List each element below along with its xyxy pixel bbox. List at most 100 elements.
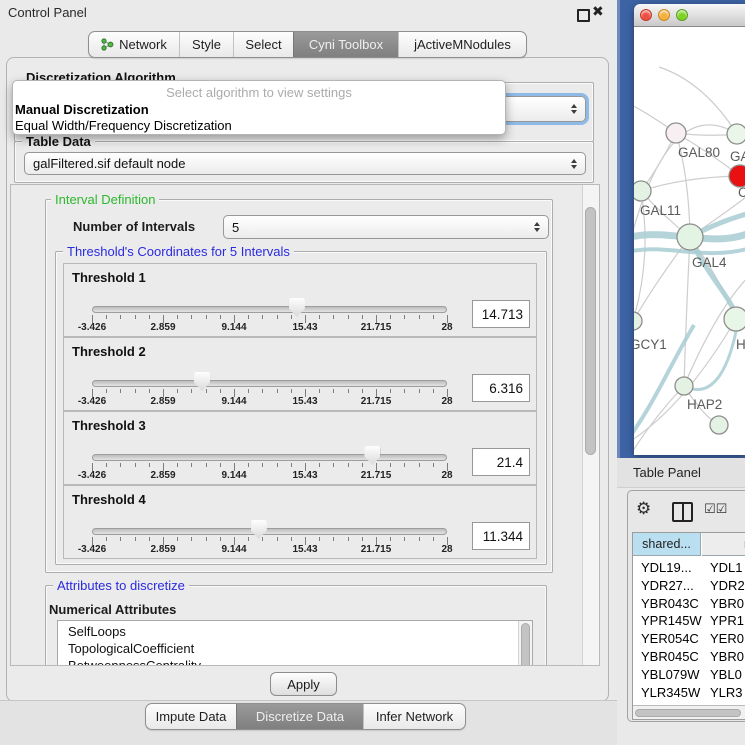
table-cell-name[interactable]: YBR0 xyxy=(710,596,744,611)
tab-select[interactable]: Select xyxy=(233,32,293,57)
table-hscrollbar-thumb[interactable] xyxy=(635,709,741,717)
control-panel: Control Panel ✖ NetworkStyleSelectCyni T… xyxy=(0,0,618,745)
network-node[interactable] xyxy=(677,224,703,250)
tab-style[interactable]: Style xyxy=(179,32,233,57)
slider-track[interactable] xyxy=(92,380,447,387)
slider-tick xyxy=(291,463,292,467)
slider-tick-label: 2.859 xyxy=(133,470,193,481)
table-cell-shared-name[interactable]: YDL19... xyxy=(641,560,692,575)
slider-tick xyxy=(348,315,349,319)
slider-tick xyxy=(135,463,136,467)
table-cell-shared-name[interactable]: YPR145W xyxy=(641,613,702,628)
network-node[interactable] xyxy=(634,181,651,201)
number-of-intervals-combo[interactable]: 5 xyxy=(223,215,549,239)
slider-track[interactable] xyxy=(92,528,447,535)
tab-label: jActiveMNodules xyxy=(414,37,511,52)
table-cell-shared-name[interactable]: YBL079W xyxy=(641,667,700,682)
table-hscrollbar-track[interactable] xyxy=(633,705,745,720)
bottom-tab-infer-network[interactable]: Infer Network xyxy=(363,704,465,729)
slider-tick xyxy=(319,315,320,319)
threshold-value-field[interactable]: 11.344 xyxy=(472,522,530,550)
table-cell-name[interactable]: YPR1 xyxy=(710,613,744,628)
slider-tick xyxy=(206,537,207,541)
minimize-traffic-light[interactable] xyxy=(658,9,670,21)
slider-tick xyxy=(362,537,363,541)
table-cell-name[interactable]: YER0 xyxy=(710,631,744,646)
popup-item-manual-discretization[interactable]: Manual Discretization xyxy=(15,102,149,117)
slider-tick-label: 15.43 xyxy=(275,544,335,555)
network-node[interactable] xyxy=(727,124,745,144)
tab-jactivemnodules[interactable]: jActiveMNodules xyxy=(398,32,526,57)
network-view-window[interactable]: GAL80GACGAL11GAL4GCY1HHAP2 xyxy=(634,4,745,455)
threshold-panel-1: Threshold 1-3.4262.8599.14415.4321.71528… xyxy=(63,263,537,337)
slider-tick xyxy=(404,389,405,393)
table-cell-shared-name[interactable]: YBR045C xyxy=(641,649,699,664)
apply-button[interactable]: Apply xyxy=(270,672,337,696)
close-icon[interactable]: ✖ xyxy=(592,3,604,20)
table-cell-shared-name[interactable]: YDR27... xyxy=(641,578,694,593)
slider-thumb[interactable] xyxy=(251,520,267,539)
table-cell-name[interactable]: YDL1 xyxy=(710,560,743,575)
table-cell-name[interactable]: YBR0 xyxy=(710,649,744,664)
slider-thumb[interactable] xyxy=(194,372,210,391)
attribute-item-selfloops[interactable]: SelfLoops xyxy=(68,624,126,639)
network-node[interactable] xyxy=(724,307,745,331)
attribute-item-betweennesscentrality[interactable]: BetweennessCentrality xyxy=(68,658,201,666)
gear-icon[interactable]: ⚙ xyxy=(636,499,651,519)
slider-tick xyxy=(348,537,349,541)
table-data-group-title: Table Data xyxy=(22,134,95,149)
slider-track[interactable] xyxy=(92,306,447,313)
slider-tick xyxy=(262,463,263,467)
table-column-header-0[interactable]: shared... xyxy=(633,533,701,556)
table-cell-name[interactable]: YDR2 xyxy=(710,578,745,593)
pane-scrollbar-track[interactable] xyxy=(582,185,599,665)
network-node[interactable] xyxy=(729,165,745,187)
popup-item-equal-width-frequency-discretization[interactable]: Equal Width/Frequency Discretization xyxy=(15,118,232,133)
network-node[interactable] xyxy=(710,416,728,434)
threshold-value-field[interactable]: 6.316 xyxy=(472,374,530,402)
table-cell-name[interactable]: YLR3 xyxy=(710,685,743,700)
network-edge-thick[interactable] xyxy=(686,321,738,390)
node-attribute-table[interactable]: shared...n YDL19... YDL1 YDR27... YDR2 YBR04… xyxy=(632,532,745,720)
table-cell-shared-name[interactable]: YLR345W xyxy=(641,685,700,700)
network-edge[interactable] xyxy=(641,176,740,191)
table-cell-shared-name[interactable]: YER054C xyxy=(641,631,699,646)
float-window-icon[interactable] xyxy=(577,9,590,22)
slider-track[interactable] xyxy=(92,454,447,461)
network-icon xyxy=(101,38,114,51)
table-cell-shared-name[interactable]: YBR043C xyxy=(641,596,699,611)
pane-scrollbar-thumb[interactable] xyxy=(585,207,596,455)
close-traffic-light[interactable] xyxy=(640,9,652,21)
table-column-header-1[interactable]: n xyxy=(702,533,745,556)
top-tab-bar: NetworkStyleSelectCyni Toolbox jActiveMNo… xyxy=(88,31,527,58)
bottom-tab-discretize-data[interactable]: Discretize Data xyxy=(236,704,363,729)
threshold-value-field[interactable]: 21.4 xyxy=(472,448,530,476)
desktop-edge-highlight xyxy=(617,0,620,458)
bottom-tab-impute-data[interactable]: Impute Data xyxy=(146,704,236,729)
slider-tick-label: -3.426 xyxy=(62,322,122,333)
threshold-value-field[interactable]: 14.713 xyxy=(472,300,530,328)
threshold-panel-3: Threshold 3-3.4262.8599.14415.4321.71528… xyxy=(63,411,537,485)
numerical-attributes-list[interactable]: SelfLoops TopologicalCoefficient Betweenne… xyxy=(57,620,533,666)
network-node[interactable] xyxy=(675,377,693,395)
network-edge[interactable] xyxy=(684,237,690,386)
checkboxes-icon[interactable]: ☑☑ xyxy=(704,502,727,517)
slider-tick xyxy=(333,315,334,319)
slider-thumb[interactable] xyxy=(364,446,380,465)
tab-network[interactable]: Network xyxy=(89,32,179,57)
table-cell-name[interactable]: YBL0 xyxy=(710,667,742,682)
table-data-combo[interactable]: galFiltered.sif default node xyxy=(24,152,586,175)
zoom-traffic-light[interactable] xyxy=(676,9,688,21)
network-canvas[interactable]: GAL80GACGAL11GAL4GCY1HHAP2 xyxy=(634,27,745,455)
slider-tick xyxy=(177,537,178,541)
network-node[interactable] xyxy=(634,312,642,330)
list-scrollbar-track[interactable] xyxy=(518,621,532,666)
tab-label: Impute Data xyxy=(156,709,227,724)
columns-icon[interactable] xyxy=(672,502,693,522)
list-scrollbar-thumb[interactable] xyxy=(521,623,530,666)
network-node[interactable] xyxy=(666,123,686,143)
attribute-item-topologicalcoefficient[interactable]: TopologicalCoefficient xyxy=(68,641,194,656)
slider-tick xyxy=(248,537,249,541)
tab-cyni-toolbox[interactable]: Cyni Toolbox xyxy=(293,32,398,57)
slider-tick-label: -3.426 xyxy=(62,470,122,481)
